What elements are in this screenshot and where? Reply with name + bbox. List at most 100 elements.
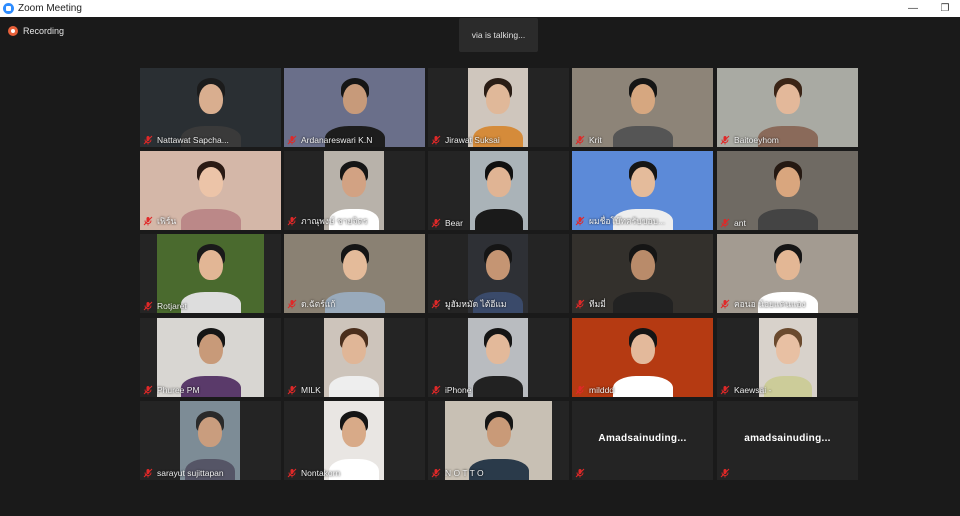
mic-muted-icon: [143, 468, 153, 478]
participant-display-name: Amadsainuding...: [598, 433, 687, 444]
mic-muted-icon: [720, 468, 730, 478]
recording-indicator[interactable]: Recording: [8, 26, 64, 36]
participant-name-label: ผมชื่อโบ๊ทครับขอบ...: [575, 214, 665, 228]
mic-muted-icon: [143, 301, 153, 311]
participant-tile[interactable]: N O T T O: [428, 401, 569, 480]
participant-tile[interactable]: ทีมมี่: [572, 234, 713, 313]
participant-tile[interactable]: milddd: [572, 318, 713, 397]
participant-name-label: Rotjaret: [143, 301, 187, 311]
window-title: Zoom Meeting: [18, 3, 82, 14]
gallery-view: Nattawat Sapcha... Ardanareswari K.N Jiraw…: [140, 68, 858, 480]
participant-tile[interactable]: Nontakorn: [284, 401, 425, 480]
participant-name: ant: [734, 218, 746, 228]
recording-label: Recording: [23, 26, 65, 36]
active-speaker-banner: via is talking...: [459, 18, 538, 52]
participant-name: Ardanareswari K.N: [301, 135, 373, 145]
participant-name-label: Phuree PM: [143, 385, 200, 395]
participant-name-label: คอนอ น้อยแคนแอง: [720, 297, 806, 311]
participant-tile[interactable]: Krit: [572, 68, 713, 147]
participant-tile[interactable]: Phuree PM: [140, 318, 281, 397]
participant-name: MILK: [301, 385, 321, 395]
participant-name-label: iPhone: [431, 385, 471, 395]
participant-name-label: ภาณุพงษ์ ชายจิตร: [287, 214, 368, 228]
participant-name: N O T T O: [445, 468, 484, 478]
mic-muted-icon: [431, 218, 441, 228]
participant-name-label: Bear: [431, 218, 463, 228]
participant-tile[interactable]: Amadsainuding...: [572, 401, 713, 480]
participant-name-label: Kaewsai -: [720, 385, 771, 395]
participant-name: Rotjaret: [157, 301, 187, 311]
minimize-button[interactable]: —: [898, 0, 928, 17]
participant-tile[interactable]: iPhone: [428, 318, 569, 397]
participant-name: Nattawat Sapcha...: [157, 135, 229, 145]
mic-muted-icon: [431, 299, 441, 309]
mic-muted-icon: [431, 135, 441, 145]
restore-button[interactable]: ❐: [930, 0, 960, 17]
participant-name: Jirawat Suksai: [445, 135, 500, 145]
participant-tile[interactable]: Rotjaret: [140, 234, 281, 313]
participant-video: [468, 318, 528, 397]
participant-tile[interactable]: ด.ฉัตร์แก้: [284, 234, 425, 313]
participant-tile[interactable]: มูฮัมหมัด ไต้อีแม: [428, 234, 569, 313]
participant-name: Kaewsai -: [734, 385, 772, 395]
mic-muted-icon: [575, 216, 585, 226]
mic-muted-icon: [143, 216, 153, 226]
mic-muted-icon: [431, 385, 441, 395]
participant-name-label: Nattawat Sapcha...: [143, 135, 229, 145]
participant-name: คอนอ น้อยแคนแอง: [734, 299, 806, 309]
participant-tile[interactable]: Jirawat Suksai: [428, 68, 569, 147]
zoom-window: Zoom Meeting — ❐ Recording via is talkin…: [0, 0, 960, 516]
title-bar: Zoom Meeting — ❐: [0, 0, 960, 17]
participant-name-label: เฟิร์น: [143, 214, 176, 228]
participant-tile[interactable]: Kaewsai -: [717, 318, 858, 397]
participant-tile[interactable]: Ardanareswari K.N: [284, 68, 425, 147]
participant-name: Nontakorn: [301, 468, 341, 478]
participant-name-label: MILK: [287, 385, 321, 395]
participant-name: iPhone: [445, 385, 472, 395]
participant-tile[interactable]: amadsainuding...: [717, 401, 858, 480]
mic-muted-icon: [143, 135, 153, 145]
participant-video: [470, 151, 528, 230]
mic-muted-icon: [575, 299, 585, 309]
participant-name-label: Krit: [575, 135, 602, 145]
mic-muted-icon: [720, 218, 730, 228]
participant-tile[interactable]: ผมชื่อโบ๊ทครับขอบ...: [572, 151, 713, 230]
participant-tile[interactable]: ant: [717, 151, 858, 230]
mic-muted-icon: [575, 385, 585, 395]
mic-muted-icon: [287, 385, 297, 395]
participant-tile[interactable]: MILK: [284, 318, 425, 397]
participant-name-label: Nontakorn: [287, 468, 340, 478]
participant-name-label: ทีมมี่: [575, 297, 606, 311]
participant-name-label: Jirawat Suksai: [431, 135, 500, 145]
participant-tile[interactable]: ภาณุพงษ์ ชายจิตร: [284, 151, 425, 230]
participant-tile[interactable]: Baitoeyhom: [717, 68, 858, 147]
participant-name-label: milddd: [575, 385, 614, 395]
participant-name: มูฮัมหมัด ไต้อีแม: [445, 299, 507, 309]
participant-name: milddd: [589, 385, 615, 395]
mic-muted-icon: [431, 468, 441, 478]
participant-tile[interactable]: sarayut sujittapan: [140, 401, 281, 480]
participant-name-label: มูฮัมหมัด ไต้อีแม: [431, 297, 506, 311]
participant-name-label: N O T T O: [431, 468, 484, 478]
participant-tile[interactable]: เฟิร์น: [140, 151, 281, 230]
mic-muted-icon: [287, 299, 297, 309]
recording-icon: [8, 26, 18, 36]
mic-muted-icon: [287, 468, 297, 478]
participant-tile[interactable]: Nattawat Sapcha...: [140, 68, 281, 147]
mic-muted-icon: [287, 216, 297, 226]
participant-name: ด.ฉัตร์แก้: [301, 299, 336, 309]
participant-name-label: [575, 468, 589, 478]
participant-name-label: Baitoeyhom: [720, 135, 779, 145]
participant-tile[interactable]: คอนอ น้อยแคนแอง: [717, 234, 858, 313]
participant-name-label: [720, 468, 734, 478]
participant-name: เฟิร์น: [157, 216, 177, 226]
participant-name: ผมชื่อโบ๊ทครับขอบ...: [589, 216, 666, 226]
participant-name-label: ant: [720, 218, 746, 228]
mic-muted-icon: [720, 299, 730, 309]
participant-tile[interactable]: Bear: [428, 151, 569, 230]
participant-name: ภาณุพงษ์ ชายจิตร: [301, 216, 368, 226]
mic-muted-icon: [143, 385, 153, 395]
participant-name: ทีมมี่: [589, 299, 606, 309]
participant-display-name: amadsainuding...: [744, 433, 831, 444]
mic-muted-icon: [575, 135, 585, 145]
